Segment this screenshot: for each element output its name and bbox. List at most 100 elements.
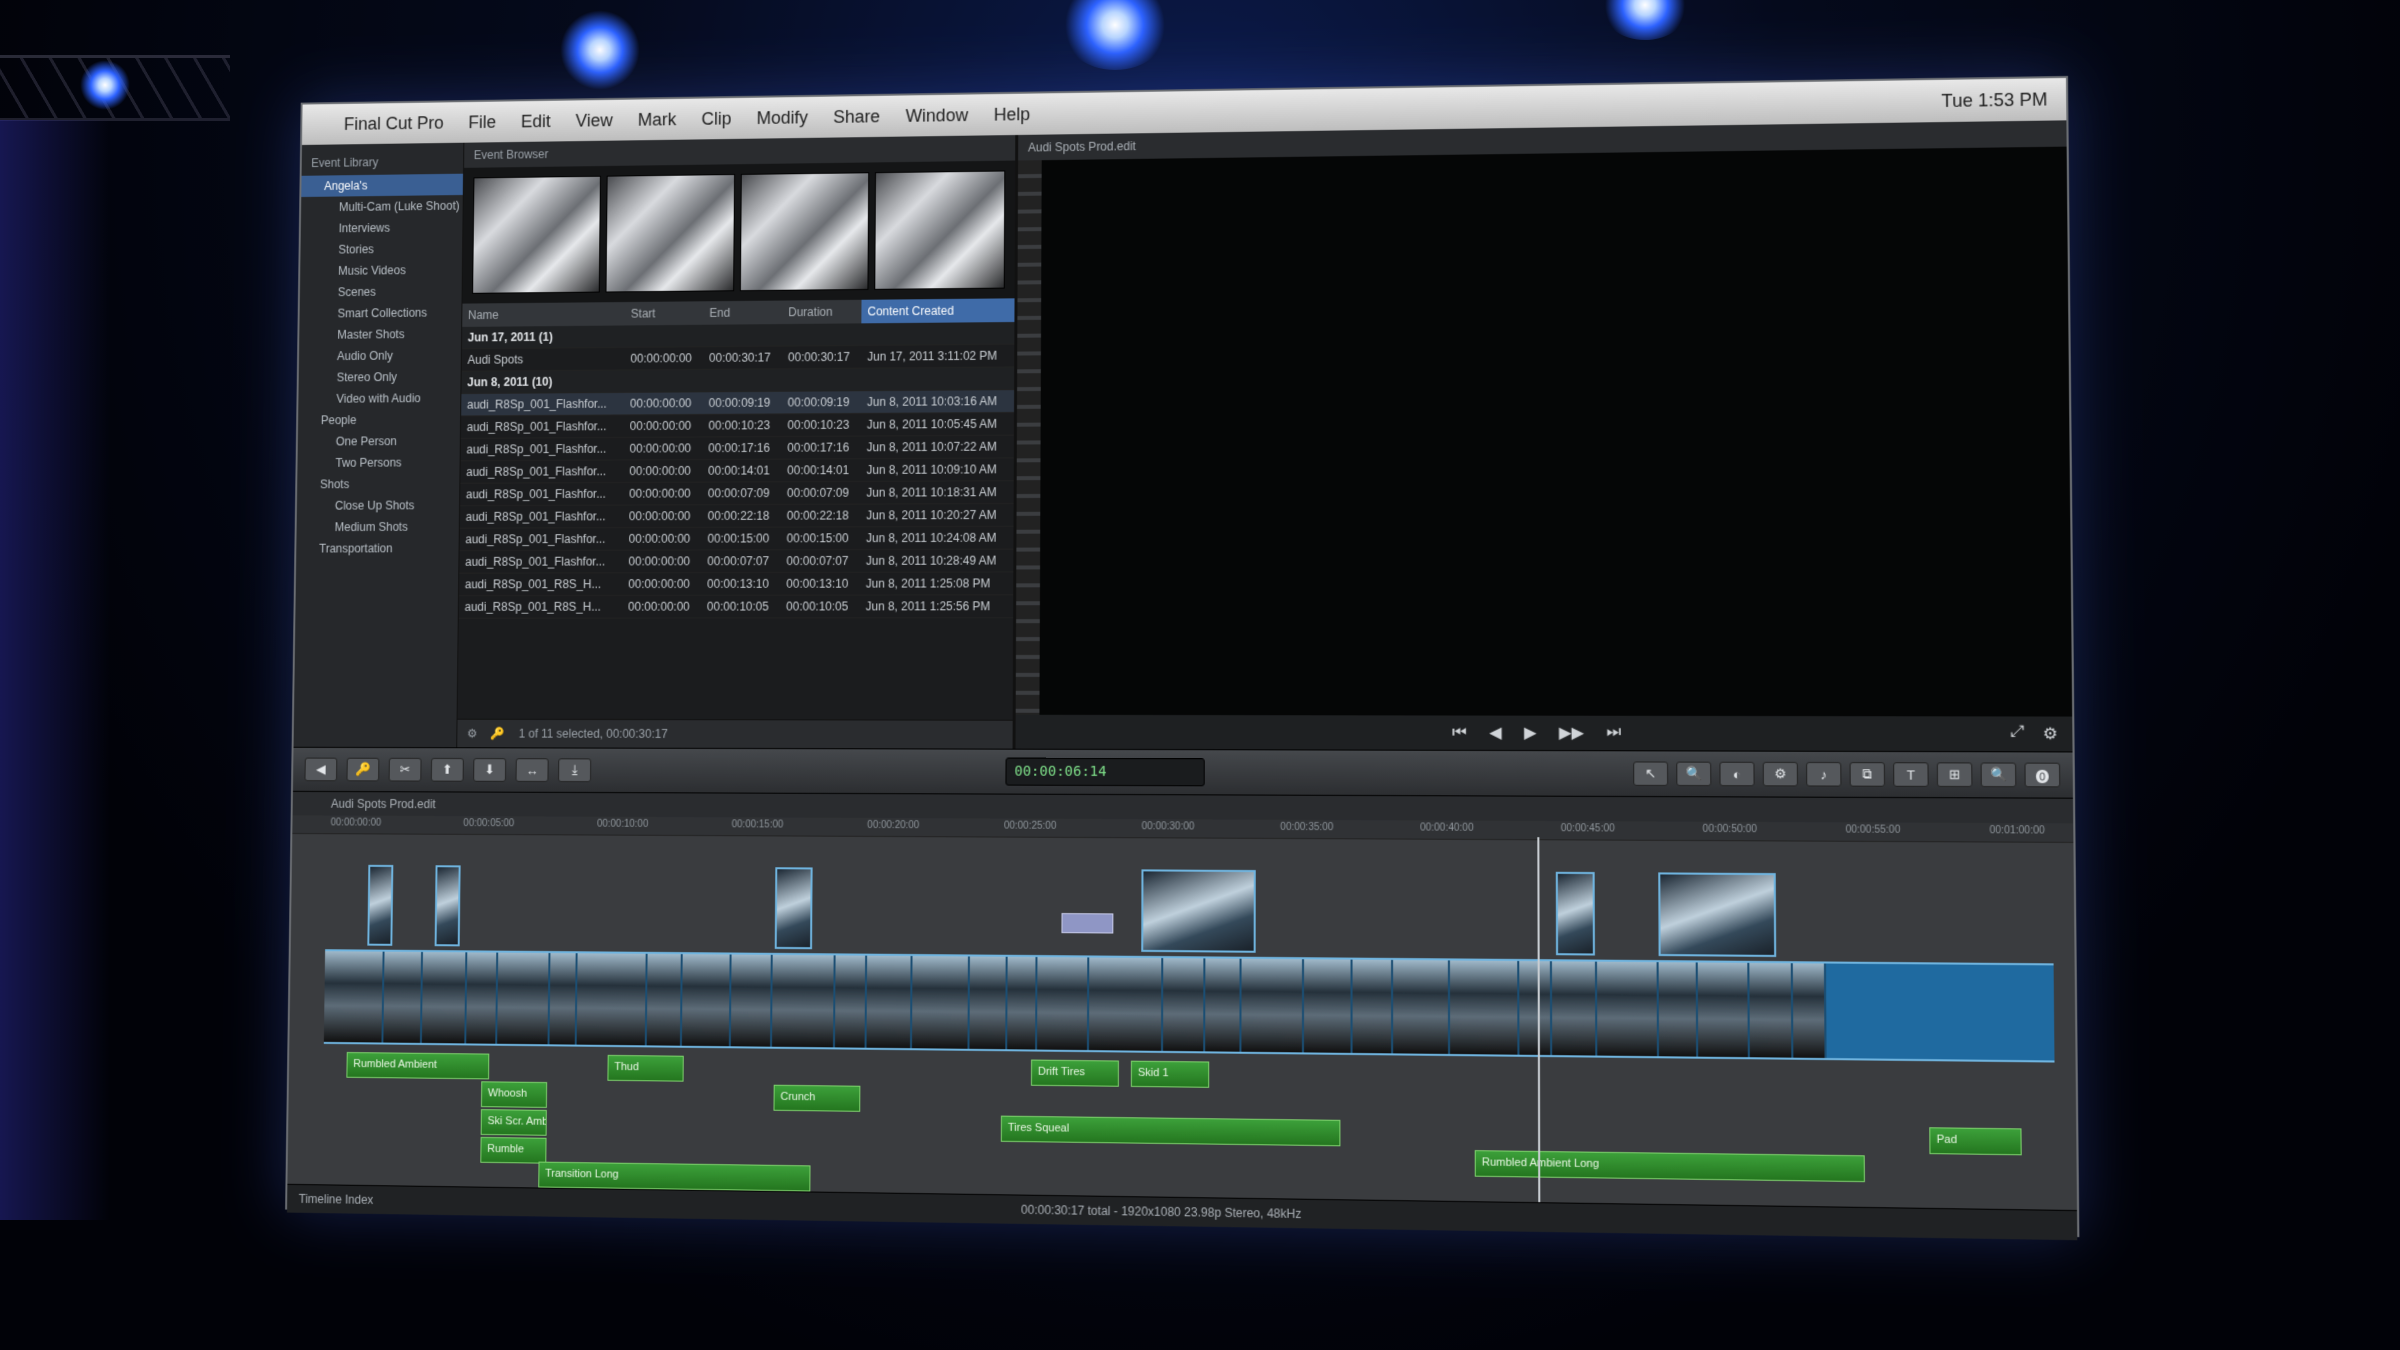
table-row[interactable]: audi_R8Sp_001_Flashfor... 00:00:00:00 00:0… — [460, 457, 1014, 484]
primary-storyline[interactable] — [323, 949, 2055, 1063]
library-item[interactable]: People — [298, 409, 460, 431]
library-item[interactable]: Video with Audio — [298, 387, 460, 410]
library-item[interactable]: Master Shots — [299, 323, 461, 346]
menu-item[interactable]: Final Cut Pro — [344, 113, 444, 135]
audio-clip[interactable]: Ski Scr. Ambient Long — [480, 1109, 547, 1136]
connect-button[interactable]: ⬆ — [430, 757, 464, 782]
storyline-clip[interactable] — [1519, 961, 1553, 1056]
column-header[interactable]: End — [703, 300, 783, 325]
timeline-index-toggle[interactable]: Timeline Index — [299, 1192, 374, 1207]
go-to-start-button[interactable]: ⏮ — [1452, 724, 1467, 742]
column-header[interactable]: Start — [625, 301, 704, 326]
storyline-clip[interactable] — [681, 954, 732, 1047]
play-button[interactable]: ▶ — [1524, 723, 1537, 743]
connected-clip[interactable] — [367, 864, 394, 946]
library-item[interactable]: Medium Shots — [296, 516, 459, 538]
menu-item[interactable]: File — [468, 112, 496, 133]
append-button[interactable]: ↔ — [515, 758, 549, 782]
table-row[interactable]: audi_R8Sp_001_Flashfor... 00:00:00:00 00:0… — [460, 412, 1015, 439]
storyline-clip[interactable] — [1088, 957, 1164, 1051]
themes-browser-button[interactable]: ⓿ — [2024, 762, 2061, 788]
audio-clip[interactable]: Crunch — [773, 1084, 861, 1112]
storyline-clip[interactable] — [421, 951, 468, 1044]
library-item[interactable]: Scenes — [300, 280, 462, 303]
library-item[interactable]: Close Up Shots — [297, 494, 459, 516]
titles-browser-button[interactable]: T — [1893, 762, 1929, 787]
storyline-clip[interactable] — [1449, 960, 1520, 1055]
menu-item[interactable]: Share — [833, 106, 880, 127]
audio-clip[interactable]: Pad — [1929, 1127, 2022, 1156]
storyline-clip[interactable] — [1163, 958, 1206, 1052]
timeline[interactable]: Audi Spots Prod.edit 00:00:00:00 00:00:05… — [287, 791, 2077, 1211]
column-header[interactable]: Content Created — [861, 298, 1015, 324]
storyline-clip[interactable] — [646, 953, 683, 1046]
storyline-clip[interactable] — [1697, 962, 1750, 1058]
storyline-clip[interactable] — [1551, 961, 1598, 1056]
audio-clip[interactable]: Rumbled Ambient — [346, 1052, 490, 1080]
storyline-clip[interactable] — [730, 954, 773, 1047]
audio-clip[interactable]: Transition Long — [538, 1161, 811, 1192]
menu-item[interactable]: Window — [905, 105, 968, 126]
search-button[interactable]: 🔍 — [1980, 762, 2017, 788]
audio-clip[interactable]: Skid 1 — [1130, 1060, 1210, 1088]
filmstrip[interactable] — [462, 160, 1016, 304]
storyline-clip[interactable] — [1792, 963, 1827, 1059]
storyline-clip[interactable] — [1352, 959, 1394, 1054]
library-item[interactable]: Shots — [297, 473, 459, 495]
key-icon[interactable]: 🔑 — [491, 727, 506, 741]
library-item[interactable]: Transportation — [296, 537, 459, 559]
table-row[interactable]: audi_R8Sp_001_R8S_H... 00:00:00:00 00:00:1… — [458, 594, 1014, 619]
audio-clip[interactable]: Tires Squeal — [1000, 1115, 1341, 1147]
storyline-clip[interactable] — [1241, 958, 1305, 1053]
column-header[interactable]: Name — [462, 302, 626, 327]
table-row[interactable]: audi_R8Sp_001_Flashfor... 00:00:00:00 00:0… — [459, 549, 1014, 574]
storyline-clip[interactable] — [1303, 959, 1353, 1053]
library-item[interactable]: Angela's — [301, 173, 464, 198]
storyline-clip[interactable] — [1037, 957, 1090, 1051]
zoom-tool-button[interactable]: 🔍 — [1676, 761, 1712, 787]
table-row[interactable]: audi_R8Sp_001_R8S_H... 00:00:00:00 00:00:1… — [458, 571, 1014, 596]
table-row[interactable]: audi_R8Sp_001_Flashfor... 00:00:00:00 00:0… — [459, 526, 1014, 551]
storyline-clip[interactable] — [866, 955, 913, 1049]
storyline-clip[interactable] — [466, 952, 499, 1044]
library-item[interactable]: One Person — [298, 430, 460, 452]
settings-icon[interactable]: ⚙ — [2043, 724, 2058, 745]
storyline-clip[interactable] — [1393, 959, 1451, 1054]
storyline-clip[interactable] — [911, 956, 970, 1049]
storyline-clip[interactable] — [549, 953, 578, 1045]
step-back-button[interactable]: ◀ — [1489, 723, 1502, 743]
storyline-clip[interactable] — [1658, 962, 1699, 1057]
library-item[interactable]: Stereo Only — [299, 366, 461, 389]
connected-clip[interactable] — [774, 867, 813, 950]
storyline-clip[interactable] — [1749, 962, 1794, 1058]
storyline-clip[interactable] — [383, 951, 423, 1043]
effects-browser-button[interactable]: ⧉ — [1849, 762, 1885, 787]
menu-item[interactable]: Help — [994, 104, 1030, 125]
inspector-button[interactable]: ⚙ — [1762, 761, 1798, 787]
overwrite-button[interactable]: ⤓ — [558, 758, 592, 783]
fast-forward-button[interactable]: ▶▶ — [1559, 723, 1584, 743]
table-row[interactable]: audi_R8Sp_001_Flashfor... 00:00:00:00 00:0… — [460, 435, 1014, 461]
menu-item[interactable]: Clip — [701, 108, 731, 129]
go-to-end-button[interactable]: ⏭ — [1607, 724, 1622, 742]
table-row[interactable]: audi_R8Sp_001_Flashfor... 00:00:00:00 00:0… — [459, 503, 1014, 529]
connected-clip[interactable] — [1658, 872, 1777, 957]
import-button[interactable]: ◀ — [304, 757, 338, 782]
library-item[interactable]: Two Persons — [297, 452, 459, 474]
storyline-clip[interactable] — [1007, 956, 1038, 1050]
storyline-clip[interactable] — [1597, 961, 1660, 1057]
connected-clip[interactable] — [1555, 871, 1595, 956]
enhance-button[interactable]: ◐ — [1719, 761, 1755, 787]
music-browser-button[interactable]: ♪ — [1806, 761, 1842, 787]
menu-item[interactable]: View — [576, 110, 613, 131]
timecode-display[interactable]: 00:00:06:14 — [1005, 757, 1205, 787]
connected-clip[interactable] — [434, 865, 461, 947]
library-item[interactable]: Multi-Cam (Luke Shoot) — [301, 195, 463, 218]
storyline-clip[interactable] — [576, 953, 648, 1046]
table-row[interactable]: audi_R8Sp_001_Flashfor... 00:00:00:00 00:0… — [460, 480, 1014, 506]
select-tool-button[interactable]: ↖ — [1633, 761, 1669, 786]
storyline-clip[interactable] — [969, 956, 1008, 1050]
library-item[interactable]: Smart Collections — [299, 302, 461, 325]
insert-button[interactable]: ⬇ — [473, 758, 507, 782]
fullscreen-icon[interactable]: ⤢ — [2010, 724, 2024, 745]
